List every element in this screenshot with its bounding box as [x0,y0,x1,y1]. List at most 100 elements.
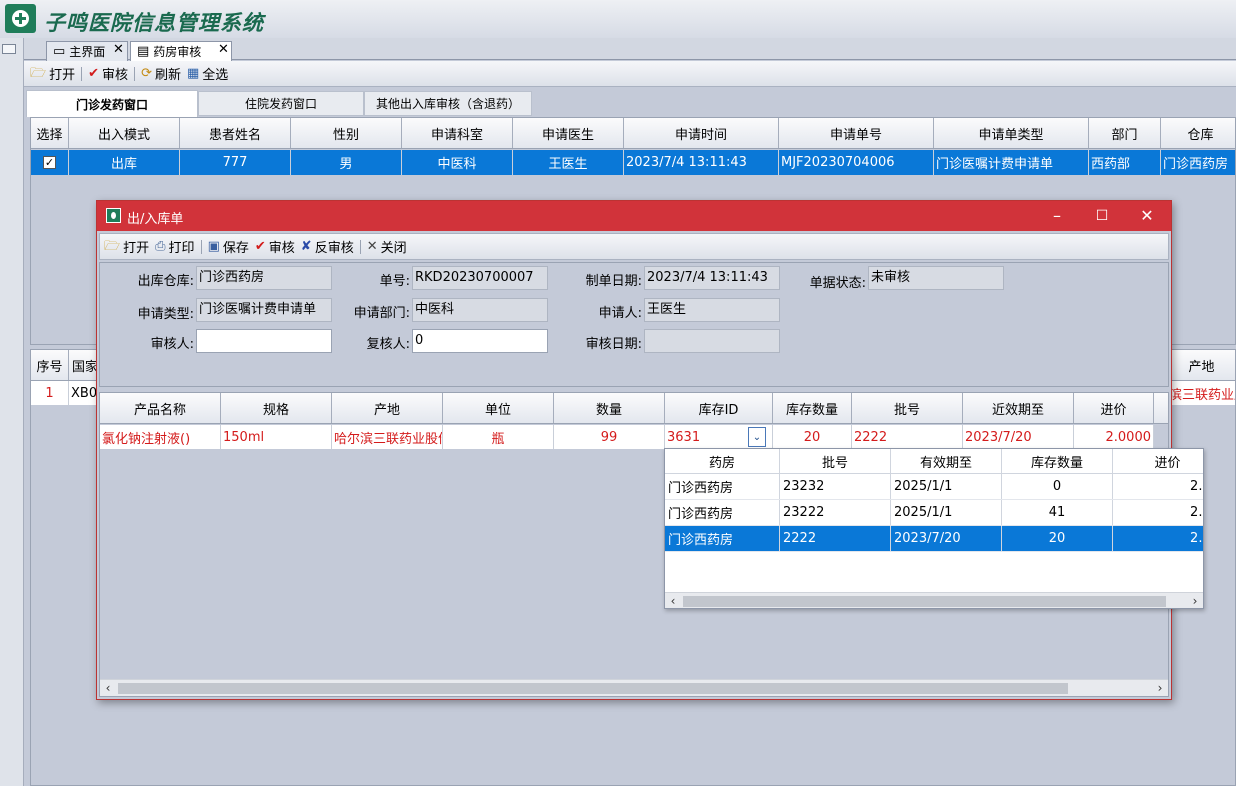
column-header[interactable]: 数量 [554,393,665,423]
scroll-right-icon[interactable]: › [1187,593,1203,608]
scroll-right-icon[interactable]: › [1152,680,1168,696]
open-button[interactable]: 🗁 打开 [30,64,75,83]
dropdown-horizontal-scrollbar[interactable]: ‹ › [665,592,1203,608]
type-label: 申请类型: [137,307,194,322]
select-cell[interactable]: ✓ [31,150,69,175]
column-header[interactable]: 选择 [31,118,69,148]
dropdown-row[interactable]: 门诊西药房 23222 2025/1/1 41 2.00 [665,500,1203,526]
close-window-icon[interactable]: ✕ [1137,206,1157,226]
tab-inpatient-window[interactable]: 住院发药窗口 [198,91,364,116]
dropdown-row[interactable]: 门诊西药房 23232 2025/1/1 0 2.00 [665,474,1203,500]
tab-other-inout-audit[interactable]: 其他出入库审核（含退药） [364,91,532,116]
scroll-left-icon[interactable]: ‹ [665,593,681,608]
folder-open-icon: 🗁 [104,239,121,254]
tab-label: 其他出入库审核（含退药） [375,97,520,111]
unit-cell[interactable]: 瓶 [443,425,554,449]
origin-cell[interactable]: 哈尔滨三联药业股份 [332,425,443,449]
table-row[interactable]: 氯化钠注射液() 150ml 哈尔滨三联药业股份 瓶 99 3631 ⌄ 20 … [100,425,1154,449]
dispensing-tab-bar: 门诊发药窗口 住院发药窗口 其他出入库审核（含退药） [24,90,1236,117]
price-cell[interactable]: 2.0000 [1074,425,1154,449]
spec-cell[interactable]: 150ml [221,425,332,449]
scroll-thumb[interactable] [118,683,1068,694]
status-field[interactable]: 未审核 [868,266,1004,290]
column-header: 批号 [780,449,891,473]
column-header[interactable]: 申请单号 [779,118,934,148]
type-field[interactable]: 门诊医嘱计费申请单 [196,298,332,322]
column-header[interactable]: 申请单类型 [934,118,1089,148]
expiry-cell[interactable]: 2023/7/20 [963,425,1074,449]
column-header[interactable]: 单位 [443,393,554,423]
auditor-field[interactable] [196,329,332,353]
open-button[interactable]: 🗁 打开 [104,237,149,256]
check-icon: ✔ [254,239,266,254]
batch-cell[interactable]: 2222 [852,425,963,449]
scroll-thumb[interactable] [683,596,1166,607]
tab-label: 住院发药窗口 [244,97,317,111]
grid-header: 选择 出入模式 患者姓名 性别 申请科室 申请医生 申请时间 申请单号 申请单类… [31,118,1235,149]
column-header[interactable]: 批号 [852,393,963,423]
minimize-icon[interactable]: – [1047,206,1067,226]
applicant-label: 申请人: [598,306,642,321]
dialog-toolbar: 🗁 打开 ⎙ 打印 ▣ 保存 ✔ 审核 ✘ 反审核 ✕ 关闭 [99,233,1169,260]
tab-main-close-icon[interactable]: ✕ [113,42,124,57]
dept-field[interactable]: 中医科 [412,298,548,322]
order-no-field[interactable]: RKD20230700007 [412,266,548,290]
column-header[interactable]: 申请时间 [624,118,779,148]
sidebar-toggle-icon[interactable] [2,44,16,54]
column-header[interactable]: 产地 [1167,350,1235,380]
select-all-button[interactable]: ▦ 全选 [187,64,228,83]
dialog-title-bar[interactable]: 出/入库单 – ☐ ✕ [97,201,1171,231]
chevron-down-icon[interactable]: ⌄ [748,427,766,447]
audit-date-field[interactable] [644,329,780,353]
qty-cell: 20 [1002,526,1113,551]
column-header[interactable]: 患者姓名 [180,118,291,148]
horizontal-scrollbar[interactable]: ‹ › [100,679,1168,696]
close-button[interactable]: ✕ 关闭 [367,237,407,256]
column-header[interactable]: 申请医生 [513,118,624,148]
qty-cell[interactable]: 99 [554,425,665,449]
column-header[interactable]: 序号 [31,350,69,380]
save-button[interactable]: ▣ 保存 [208,237,249,256]
tab-label: 药房审核 [153,45,202,59]
audit-button[interactable]: ✔ 审核 [255,237,295,256]
refresh-label: 刷新 [154,68,181,83]
unaudit-button[interactable]: ✘ 反审核 [301,237,354,256]
column-header[interactable]: 产地 [332,393,443,423]
applicant-field[interactable]: 王医生 [644,298,780,322]
scroll-left-icon[interactable]: ‹ [100,680,116,696]
seq-cell: 1 [31,381,69,405]
column-header[interactable]: 库存数量 [773,393,852,423]
tab-outpatient-window[interactable]: 门诊发药窗口 [26,90,198,117]
reviewer-field[interactable]: 0 [412,329,548,353]
dropdown-row-selected[interactable]: 门诊西药房 2222 2023/7/20 20 2.00 [665,526,1203,552]
audit-button[interactable]: ✔ 审核 [88,64,128,83]
refresh-button[interactable]: ⟳ 刷新 [141,64,181,83]
column-header-overflow [1154,393,1168,423]
product-name-cell[interactable]: 氯化钠注射液() [100,425,221,449]
tab-pharmacy-audit[interactable]: ▤ 药房审核 [130,41,232,61]
stock-id-combobox[interactable]: 3631 ⌄ [665,425,773,449]
tab-pharmacy-audit-close-icon[interactable]: ✕ [218,42,229,57]
column-header[interactable]: 产品名称 [100,393,221,423]
warehouse-field[interactable]: 门诊西药房 [196,266,332,290]
column-header[interactable]: 申请科室 [402,118,513,148]
maximize-icon[interactable]: ☐ [1092,206,1112,226]
row-checkbox[interactable]: ✓ [43,156,56,169]
order-type-cell: 门诊医嘱计费申请单 [934,150,1089,175]
column-header[interactable]: 仓库 [1161,118,1235,148]
grid-header: 产品名称 规格 产地 单位 数量 库存ID 库存数量 批号 近效期至 进价 [100,393,1168,424]
column-header[interactable]: 性别 [291,118,402,148]
column-header[interactable]: 规格 [221,393,332,423]
stock-batch-dropdown[interactable]: 药房 批号 有效期至 库存数量 进价 门诊西药房 23232 2025/1/1 … [664,448,1204,609]
column-header[interactable]: 出入模式 [69,118,180,148]
pharmacy-cell: 门诊西药房 [665,474,780,499]
date-field[interactable]: 2023/7/4 13:11:43 [644,266,780,290]
column-header[interactable]: 部门 [1089,118,1161,148]
stock-qty-cell[interactable]: 20 [773,425,852,449]
column-header[interactable]: 库存ID [665,393,773,423]
column-header[interactable]: 进价 [1074,393,1154,423]
unaudit-label: 反审核 [314,241,354,256]
column-header[interactable]: 近效期至 [963,393,1074,423]
print-button[interactable]: ⎙ 打印 [155,237,194,256]
table-row[interactable]: ✓ 出库 777 男 中医科 王医生 2023/7/4 13:11:43 MJF… [31,150,1235,175]
